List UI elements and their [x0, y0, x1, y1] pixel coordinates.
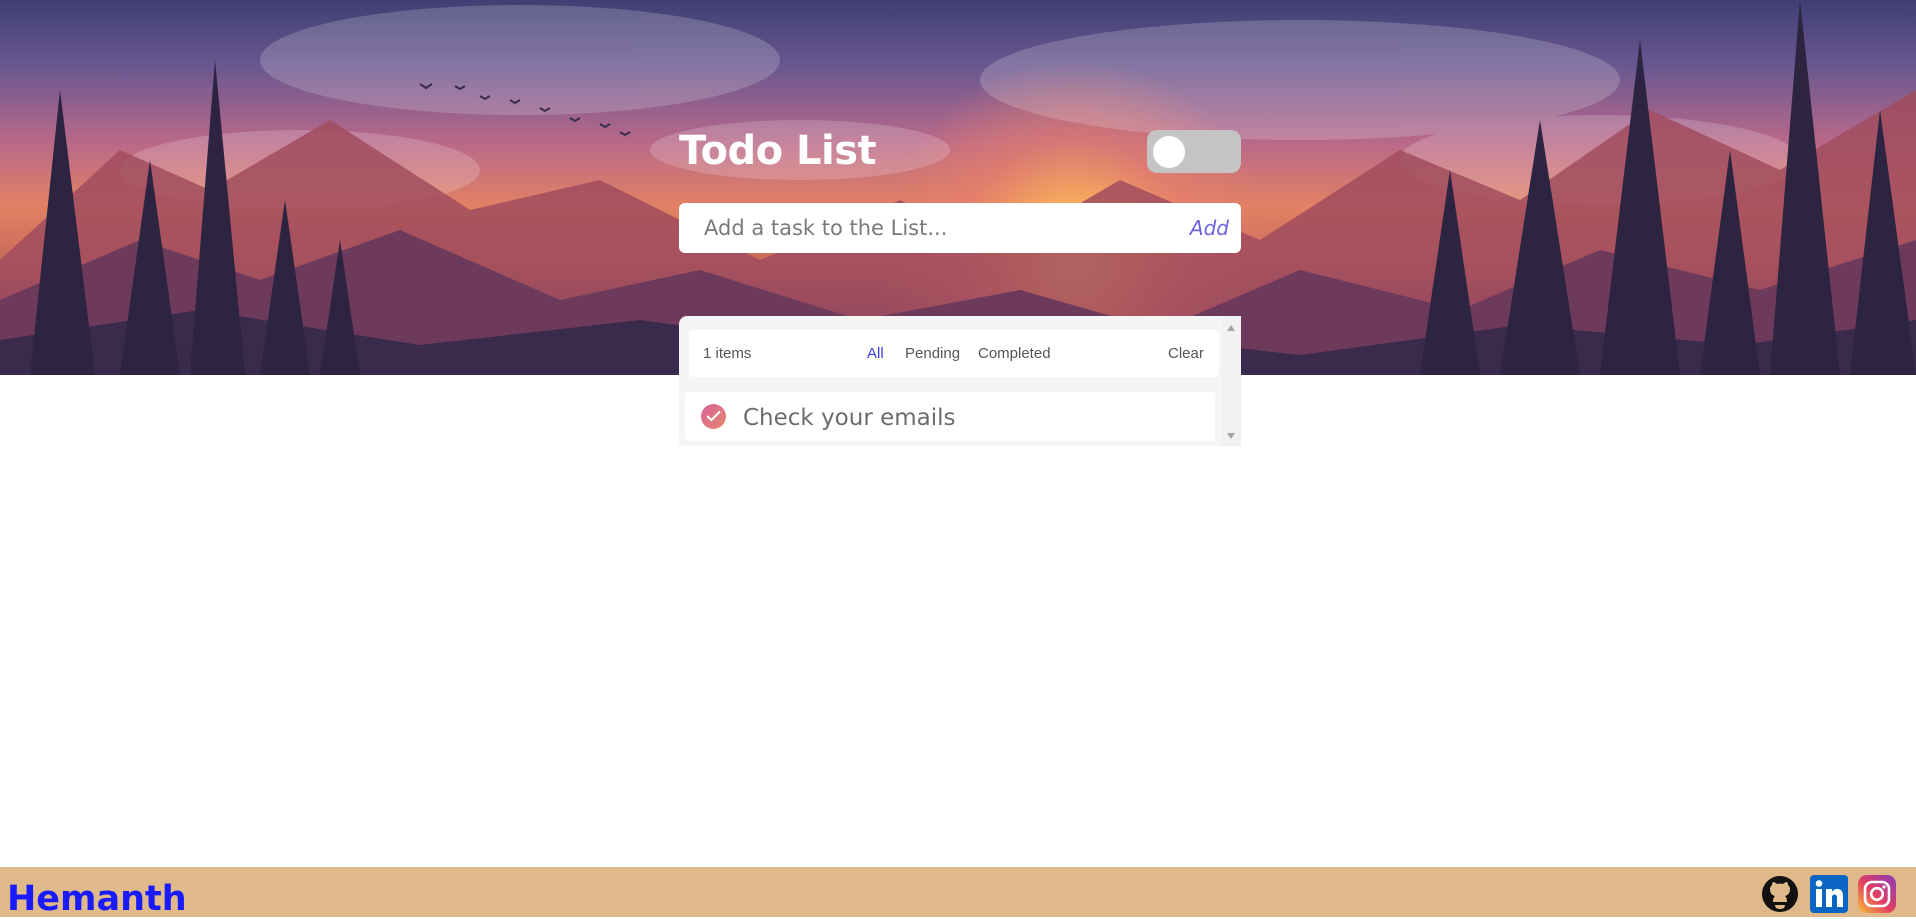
brand-name[interactable]: Hemanth — [7, 879, 187, 919]
linkedin-icon[interactable] — [1810, 875, 1848, 913]
add-task-bar: Add — [679, 203, 1241, 253]
scroll-up-icon[interactable] — [1227, 325, 1235, 331]
scroll-down-icon[interactable] — [1227, 433, 1235, 439]
task-input[interactable] — [679, 203, 1149, 253]
filter-all[interactable]: All — [867, 345, 884, 362]
list-controls: 1 items All Pending Completed Clear — [689, 330, 1219, 377]
task-checkbox[interactable] — [701, 404, 726, 429]
filter-pending[interactable]: Pending — [905, 345, 960, 362]
github-icon[interactable] — [1761, 875, 1799, 913]
task-text: Check your emails — [743, 405, 956, 431]
instagram-icon[interactable] — [1858, 875, 1896, 913]
item-count: 1 items — [703, 345, 752, 362]
clear-button[interactable]: Clear — [1168, 345, 1204, 362]
list-item: Check your emails — [685, 392, 1215, 441]
add-button[interactable]: Add — [1190, 216, 1229, 240]
toggle-knob — [1153, 136, 1185, 168]
list-scrollbar[interactable] — [1222, 316, 1241, 446]
task-panel: 1 items All Pending Completed Clear Chec… — [679, 316, 1241, 446]
check-icon — [706, 410, 721, 422]
filter-completed[interactable]: Completed — [978, 345, 1051, 362]
theme-toggle[interactable] — [1147, 130, 1241, 173]
footer: Hemanth — [0, 867, 1916, 919]
page-title: Todo List — [679, 128, 877, 174]
